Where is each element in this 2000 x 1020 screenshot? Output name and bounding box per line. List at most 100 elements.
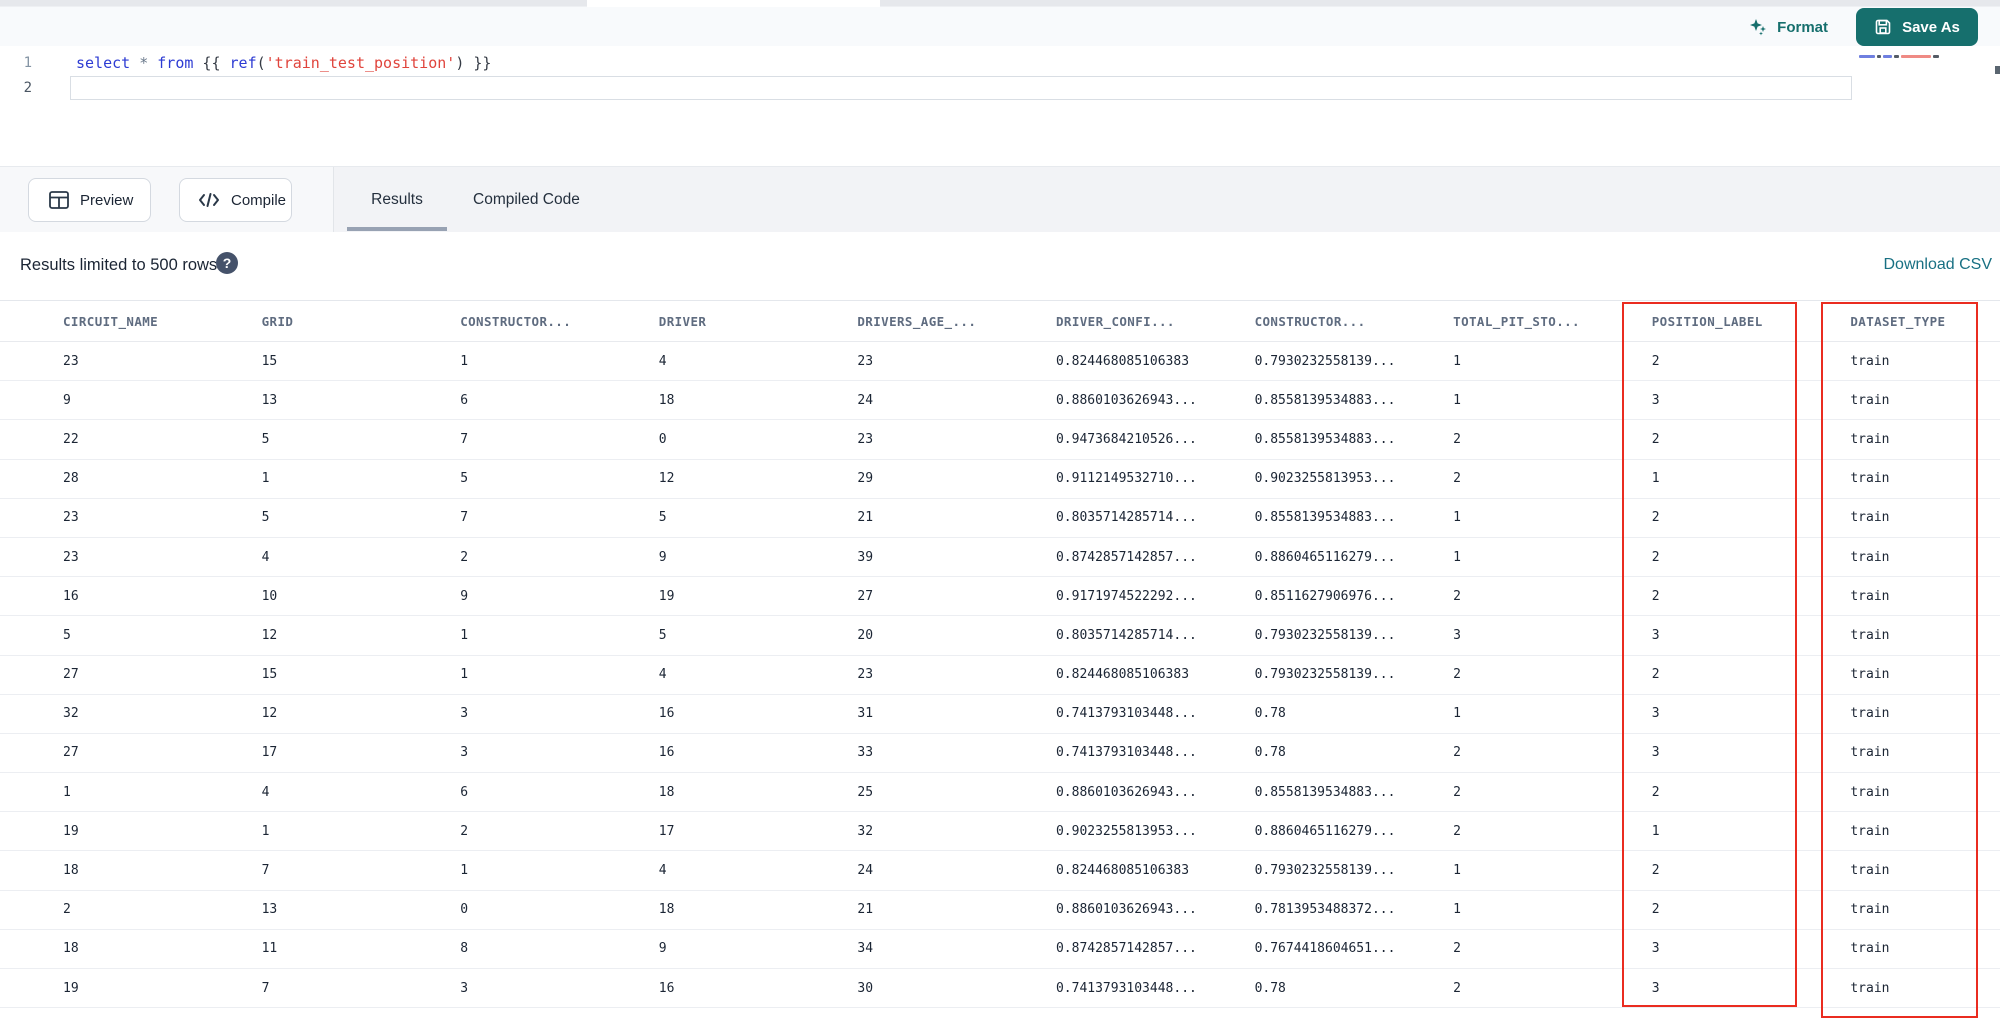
table-cell: 3 bbox=[1651, 392, 1660, 408]
table-cell: 25 bbox=[857, 784, 874, 800]
table-cell: 0.8860103626943... bbox=[1055, 902, 1197, 918]
table-cell: 18 bbox=[658, 902, 675, 918]
table-cell: 18 bbox=[658, 784, 675, 800]
table-row: 19 7 3 16 30 0.7413793103448... 0.78 2 3 train bbox=[0, 969, 2000, 1009]
table-cell: 23 bbox=[857, 353, 874, 369]
panel-divider bbox=[333, 167, 334, 233]
table-cell: 27 bbox=[857, 588, 874, 604]
table-cell: 23 bbox=[63, 510, 79, 526]
table-cell: 0.824468085106383 bbox=[1055, 667, 1190, 683]
sql-ide-screen: Format Save As 1 2 select * from {{ ref(… bbox=[0, 0, 2000, 1020]
table-row: 27 15 1 4 23 0.824468085106383 0.7930232558139… bbox=[0, 656, 2000, 695]
table-cell: 16 bbox=[658, 745, 675, 761]
code-token: ( bbox=[256, 54, 266, 72]
sparkles-icon bbox=[1748, 17, 1768, 37]
column-header: TOTAL_PIT_STO... bbox=[1453, 313, 1580, 329]
table-cell: 7 bbox=[460, 431, 469, 447]
table-row: 2 13 0 18 21 0.8860103626943... 0.781395348837… bbox=[0, 891, 2000, 930]
table-cell: 3 bbox=[1651, 706, 1660, 722]
table-cell: 39 bbox=[857, 549, 874, 565]
editor-minimap[interactable] bbox=[1857, 52, 1990, 162]
table-cell: 10 bbox=[261, 588, 278, 604]
table-cell: 0.7413793103448... bbox=[1055, 980, 1197, 996]
format-button[interactable]: Format bbox=[1748, 11, 1828, 43]
table-cell: 3 bbox=[1651, 627, 1660, 643]
table-cell: train bbox=[1850, 392, 1890, 408]
active-tab-underline bbox=[347, 227, 447, 231]
table-row: 9 13 6 18 24 0.8860103626943... 0.855813953488… bbox=[0, 381, 2000, 421]
table-cell: 4 bbox=[261, 549, 270, 565]
table-cell: 9 bbox=[658, 941, 667, 957]
table-cell: 2 bbox=[460, 823, 469, 839]
save-as-button[interactable]: Save As bbox=[1856, 8, 1978, 46]
table-cell: train bbox=[1850, 823, 1890, 839]
table-cell: 23 bbox=[857, 431, 874, 447]
table-cell: 0.78 bbox=[1254, 980, 1286, 996]
table-cell: 0.9023255813953... bbox=[1254, 471, 1396, 487]
table-cell: 27 bbox=[63, 745, 79, 761]
table-cell: 0.8860103626943... bbox=[1055, 392, 1197, 408]
table-cell: 1 bbox=[261, 471, 270, 487]
table-cell: 4 bbox=[658, 353, 667, 369]
table-cell: 2 bbox=[1651, 667, 1660, 683]
download-csv-link[interactable]: Download CSV bbox=[1884, 256, 1993, 274]
table-cell: 33 bbox=[857, 745, 874, 761]
table-cell: train bbox=[1850, 431, 1890, 447]
table-cell: 22 bbox=[63, 431, 79, 447]
table-cell: 4 bbox=[261, 784, 270, 800]
table-cell: 24 bbox=[857, 863, 874, 879]
table-row: 22 5 7 0 23 0.9473684210526... 0.8558139534883… bbox=[0, 420, 2000, 460]
line-number-1: 1 bbox=[23, 55, 32, 71]
code-token: ref bbox=[229, 54, 257, 72]
help-icon[interactable]: ? bbox=[216, 252, 238, 274]
format-button-label: Format bbox=[1777, 18, 1828, 36]
file-tab-strip bbox=[0, 0, 2000, 7]
table-cell: 0.7930232558139... bbox=[1254, 667, 1396, 683]
table-cell: 0 bbox=[658, 431, 667, 447]
compile-button[interactable]: Compile bbox=[179, 178, 292, 222]
tab-compiled-code[interactable]: Compiled Code bbox=[463, 167, 590, 233]
table-cell: 29 bbox=[857, 471, 874, 487]
results-info-bar: Results limited to 500 rows. ? Download … bbox=[0, 232, 2000, 300]
table-cell: 0.8035714285714... bbox=[1055, 627, 1197, 643]
active-file-tab[interactable] bbox=[587, 0, 880, 7]
table-cell: train bbox=[1850, 667, 1890, 683]
table-cell: 0.7413793103448... bbox=[1055, 745, 1197, 761]
table-cell: 2 bbox=[1453, 667, 1461, 683]
table-cell: 2 bbox=[1453, 745, 1461, 761]
table-cell: 19 bbox=[658, 588, 675, 604]
table-cell: 2 bbox=[1651, 784, 1660, 800]
code-token: {{ bbox=[193, 54, 230, 72]
code-token: 'train_test_position' bbox=[265, 54, 456, 72]
table-row: 18 7 1 4 24 0.824468085106383 0.7930232558139.… bbox=[0, 851, 2000, 891]
table-row: 5 12 1 5 20 0.8035714285714... 0.7930232558139… bbox=[0, 616, 2000, 656]
table-cell: 2 bbox=[1651, 353, 1660, 369]
table-cell: train bbox=[1850, 863, 1890, 879]
table-cell: 1 bbox=[261, 823, 270, 839]
table-cell: 30 bbox=[857, 980, 874, 996]
tab-compiled-code-label: Compiled Code bbox=[473, 191, 580, 208]
table-row: 23 15 1 4 23 0.824468085106383 0.7930232558139… bbox=[0, 342, 2000, 382]
sql-editor[interactable]: 1 2 select * from {{ ref('train_test_pos… bbox=[0, 46, 2000, 166]
table-cell: train bbox=[1850, 745, 1890, 761]
tab-results[interactable]: Results bbox=[347, 167, 447, 233]
table-cell: 6 bbox=[460, 784, 469, 800]
code-token: from bbox=[157, 54, 194, 72]
scrollbar-marker[interactable] bbox=[1995, 66, 2000, 74]
table-cell: 20 bbox=[857, 627, 874, 643]
table-row: 16 10 9 19 27 0.9171974522292... 0.85116279069… bbox=[0, 577, 2000, 617]
table-cell: 27 bbox=[63, 667, 79, 683]
table-cell: 1 bbox=[1651, 471, 1660, 487]
table-cell: 2 bbox=[1651, 431, 1660, 447]
table-cell: 0.8558139534883... bbox=[1254, 510, 1396, 526]
preview-button-label: Preview bbox=[80, 191, 134, 209]
table-cell: 18 bbox=[658, 392, 675, 408]
line-number-gutter: 1 2 bbox=[0, 46, 44, 101]
table-cell: 0.8860103626943... bbox=[1055, 784, 1197, 800]
preview-button[interactable]: Preview bbox=[28, 178, 151, 222]
table-cell: 0.8558139534883... bbox=[1254, 431, 1396, 447]
table-cell: train bbox=[1850, 784, 1890, 800]
results-panel-header: Preview Compile Results Compiled Code bbox=[0, 166, 2000, 233]
editor-toolbar: Format Save As bbox=[0, 7, 2000, 46]
table-cell: 34 bbox=[857, 941, 874, 957]
